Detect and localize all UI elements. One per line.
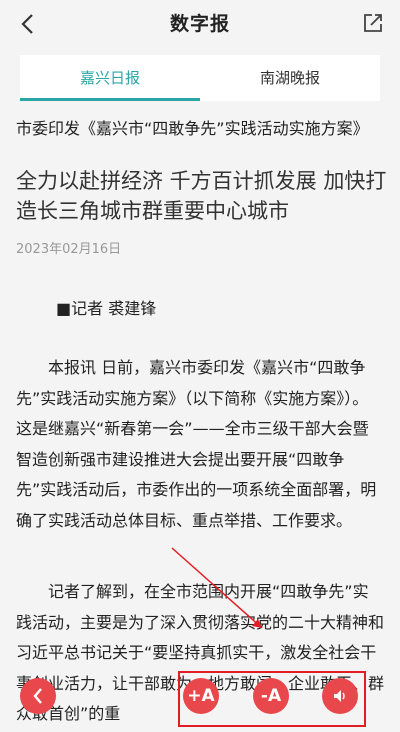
article-date: 2023年02月16日 <box>16 242 122 257</box>
top-bar: 数字报 <box>0 0 400 48</box>
share-icon <box>364 14 382 32</box>
article-title: 全力以赴拼经济 千方百计抓发展 加快打造长三角城市群重要中心城市 <box>16 169 387 223</box>
active-tab-indicator <box>20 98 200 101</box>
share-button[interactable] <box>362 12 386 36</box>
newspaper-tabs: 嘉兴日报 南湖晚报 <box>20 55 380 101</box>
chevron-left-icon <box>33 688 42 704</box>
tab-nanhu-evening[interactable]: 南湖晚报 <box>200 55 380 101</box>
toolbar-back-button[interactable] <box>20 678 56 714</box>
page-title: 数字报 <box>169 13 230 35</box>
tab-jiaxing-daily[interactable]: 嘉兴日报 <box>20 55 200 101</box>
highlight-box <box>178 671 366 727</box>
article-byline: ■记者 裘建锋 <box>56 299 157 318</box>
article-pre-title: 市委印发《嘉兴市“四敢争先”实践活动实施方案》 <box>16 119 369 138</box>
article-paragraph: 本报讯 日前，嘉兴市委印发《嘉兴市“四敢争先”实践活动实施方案》（以下简称《实施… <box>16 358 377 530</box>
